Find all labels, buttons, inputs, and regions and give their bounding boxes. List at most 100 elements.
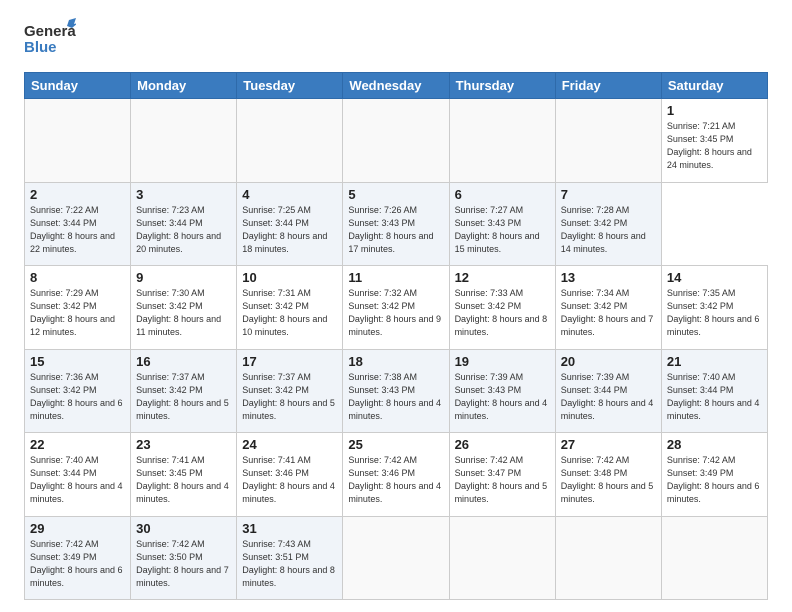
calendar-cell-31: 31 Sunrise: 7:43 AMSunset: 3:51 PMDayligh… <box>237 516 343 600</box>
day-number: 13 <box>561 270 656 285</box>
cell-info: Sunrise: 7:42 AMSunset: 3:49 PMDaylight:… <box>667 455 760 504</box>
cell-info: Sunrise: 7:21 AMSunset: 3:45 PMDaylight:… <box>667 121 752 170</box>
calendar-week-row: 29 Sunrise: 7:42 AMSunset: 3:49 PMDayligh… <box>25 516 768 600</box>
cell-info: Sunrise: 7:25 AMSunset: 3:44 PMDaylight:… <box>242 205 327 254</box>
cell-info: Sunrise: 7:41 AMSunset: 3:45 PMDaylight:… <box>136 455 229 504</box>
empty-cell <box>449 99 555 183</box>
calendar-cell-22: 22 Sunrise: 7:40 AMSunset: 3:44 PMDayligh… <box>25 433 131 517</box>
cell-info: Sunrise: 7:41 AMSunset: 3:46 PMDaylight:… <box>242 455 335 504</box>
logo-svg: General Blue <box>24 18 76 62</box>
col-header-friday: Friday <box>555 73 661 99</box>
calendar-week-row: 15Sunrise: 7:36 AMSunset: 3:42 PMDayligh… <box>25 349 768 433</box>
cell-info: Sunrise: 7:43 AMSunset: 3:51 PMDaylight:… <box>242 539 335 588</box>
calendar-cell-14: 14Sunrise: 7:35 AMSunset: 3:42 PMDayligh… <box>661 266 767 350</box>
cell-info: Sunrise: 7:30 AMSunset: 3:42 PMDaylight:… <box>136 288 221 337</box>
calendar-table: SundayMondayTuesdayWednesdayThursdayFrid… <box>24 72 768 600</box>
cell-info: Sunrise: 7:22 AMSunset: 3:44 PMDaylight:… <box>30 205 115 254</box>
empty-cell <box>343 99 449 183</box>
day-number: 6 <box>455 187 550 202</box>
calendar-cell-26: 26Sunrise: 7:42 AMSunset: 3:47 PMDayligh… <box>449 433 555 517</box>
cell-info: Sunrise: 7:27 AMSunset: 3:43 PMDaylight:… <box>455 205 540 254</box>
cell-info: Sunrise: 7:28 AMSunset: 3:42 PMDaylight:… <box>561 205 646 254</box>
calendar-cell-5: 5Sunrise: 7:26 AMSunset: 3:43 PMDaylight… <box>343 182 449 266</box>
cell-info: Sunrise: 7:33 AMSunset: 3:42 PMDaylight:… <box>455 288 548 337</box>
cell-info: Sunrise: 7:40 AMSunset: 3:44 PMDaylight:… <box>667 372 760 421</box>
day-number: 28 <box>667 437 762 452</box>
cell-info: Sunrise: 7:37 AMSunset: 3:42 PMDaylight:… <box>242 372 335 421</box>
cell-info: Sunrise: 7:34 AMSunset: 3:42 PMDaylight:… <box>561 288 654 337</box>
day-number: 12 <box>455 270 550 285</box>
svg-text:Blue: Blue <box>24 39 57 56</box>
cell-info: Sunrise: 7:32 AMSunset: 3:42 PMDaylight:… <box>348 288 441 337</box>
day-number: 2 <box>30 187 125 202</box>
calendar-cell-27: 27 Sunrise: 7:42 AMSunset: 3:48 PMDayligh… <box>555 433 661 517</box>
cell-info: Sunrise: 7:31 AMSunset: 3:42 PMDaylight:… <box>242 288 327 337</box>
calendar-cell-13: 13 Sunrise: 7:34 AMSunset: 3:42 PMDayligh… <box>555 266 661 350</box>
calendar-cell-11: 11Sunrise: 7:32 AMSunset: 3:42 PMDayligh… <box>343 266 449 350</box>
calendar-cell-10: 10 Sunrise: 7:31 AMSunset: 3:42 PMDayligh… <box>237 266 343 350</box>
col-header-monday: Monday <box>131 73 237 99</box>
empty-cell <box>661 516 767 600</box>
calendar-cell-21: 21Sunrise: 7:40 AMSunset: 3:44 PMDayligh… <box>661 349 767 433</box>
empty-cell <box>237 99 343 183</box>
cell-info: Sunrise: 7:23 AMSunset: 3:44 PMDaylight:… <box>136 205 221 254</box>
calendar-cell-4: 4Sunrise: 7:25 AMSunset: 3:44 PMDaylight… <box>237 182 343 266</box>
day-number: 10 <box>242 270 337 285</box>
empty-cell <box>343 516 449 600</box>
day-number: 1 <box>667 103 762 118</box>
calendar-cell-29: 29 Sunrise: 7:42 AMSunset: 3:49 PMDayligh… <box>25 516 131 600</box>
calendar-cell-16: 16 Sunrise: 7:37 AMSunset: 3:42 PMDayligh… <box>131 349 237 433</box>
calendar-week-row: 22 Sunrise: 7:40 AMSunset: 3:44 PMDayligh… <box>25 433 768 517</box>
col-header-sunday: Sunday <box>25 73 131 99</box>
day-number: 15 <box>30 354 125 369</box>
day-number: 25 <box>348 437 443 452</box>
empty-cell <box>555 99 661 183</box>
empty-cell <box>555 516 661 600</box>
calendar-week-row: 8 Sunrise: 7:29 AMSunset: 3:42 PMDaylight… <box>25 266 768 350</box>
col-header-tuesday: Tuesday <box>237 73 343 99</box>
cell-info: Sunrise: 7:37 AMSunset: 3:42 PMDaylight:… <box>136 372 229 421</box>
cell-info: Sunrise: 7:42 AMSunset: 3:46 PMDaylight:… <box>348 455 441 504</box>
cell-info: Sunrise: 7:39 AMSunset: 3:43 PMDaylight:… <box>455 372 548 421</box>
empty-cell <box>449 516 555 600</box>
day-number: 20 <box>561 354 656 369</box>
day-number: 9 <box>136 270 231 285</box>
day-number: 22 <box>30 437 125 452</box>
page: General Blue SundayMondayTuesdayWednesda… <box>0 0 792 612</box>
calendar-cell-7: 7Sunrise: 7:28 AMSunset: 3:42 PMDaylight… <box>555 182 661 266</box>
day-number: 8 <box>30 270 125 285</box>
day-number: 3 <box>136 187 231 202</box>
empty-cell <box>131 99 237 183</box>
cell-info: Sunrise: 7:40 AMSunset: 3:44 PMDaylight:… <box>30 455 123 504</box>
col-header-wednesday: Wednesday <box>343 73 449 99</box>
calendar-cell-15: 15Sunrise: 7:36 AMSunset: 3:42 PMDayligh… <box>25 349 131 433</box>
day-number: 5 <box>348 187 443 202</box>
cell-info: Sunrise: 7:38 AMSunset: 3:43 PMDaylight:… <box>348 372 441 421</box>
calendar-cell-6: 6 Sunrise: 7:27 AMSunset: 3:43 PMDaylight… <box>449 182 555 266</box>
day-number: 14 <box>667 270 762 285</box>
calendar-week-row: 1 Sunrise: 7:21 AMSunset: 3:45 PMDaylight… <box>25 99 768 183</box>
day-number: 27 <box>561 437 656 452</box>
day-number: 24 <box>242 437 337 452</box>
cell-info: Sunrise: 7:39 AMSunset: 3:44 PMDaylight:… <box>561 372 654 421</box>
calendar-cell-2: 2 Sunrise: 7:22 AMSunset: 3:44 PMDaylight… <box>25 182 131 266</box>
cell-info: Sunrise: 7:42 AMSunset: 3:49 PMDaylight:… <box>30 539 123 588</box>
header: General Blue <box>24 18 768 62</box>
calendar-week-row: 2 Sunrise: 7:22 AMSunset: 3:44 PMDaylight… <box>25 182 768 266</box>
calendar-cell-17: 17Sunrise: 7:37 AMSunset: 3:42 PMDayligh… <box>237 349 343 433</box>
day-number: 23 <box>136 437 231 452</box>
cell-info: Sunrise: 7:42 AMSunset: 3:48 PMDaylight:… <box>561 455 654 504</box>
logo-container: General Blue <box>24 18 76 62</box>
cell-info: Sunrise: 7:29 AMSunset: 3:42 PMDaylight:… <box>30 288 115 337</box>
calendar-header-row: SundayMondayTuesdayWednesdayThursdayFrid… <box>25 73 768 99</box>
day-number: 31 <box>242 521 337 536</box>
day-number: 30 <box>136 521 231 536</box>
calendar-cell-18: 18 Sunrise: 7:38 AMSunset: 3:43 PMDayligh… <box>343 349 449 433</box>
day-number: 19 <box>455 354 550 369</box>
day-number: 18 <box>348 354 443 369</box>
calendar-cell-25: 25 Sunrise: 7:42 AMSunset: 3:46 PMDayligh… <box>343 433 449 517</box>
cell-info: Sunrise: 7:42 AMSunset: 3:47 PMDaylight:… <box>455 455 548 504</box>
day-number: 29 <box>30 521 125 536</box>
logo: General Blue <box>24 18 76 62</box>
day-number: 16 <box>136 354 231 369</box>
